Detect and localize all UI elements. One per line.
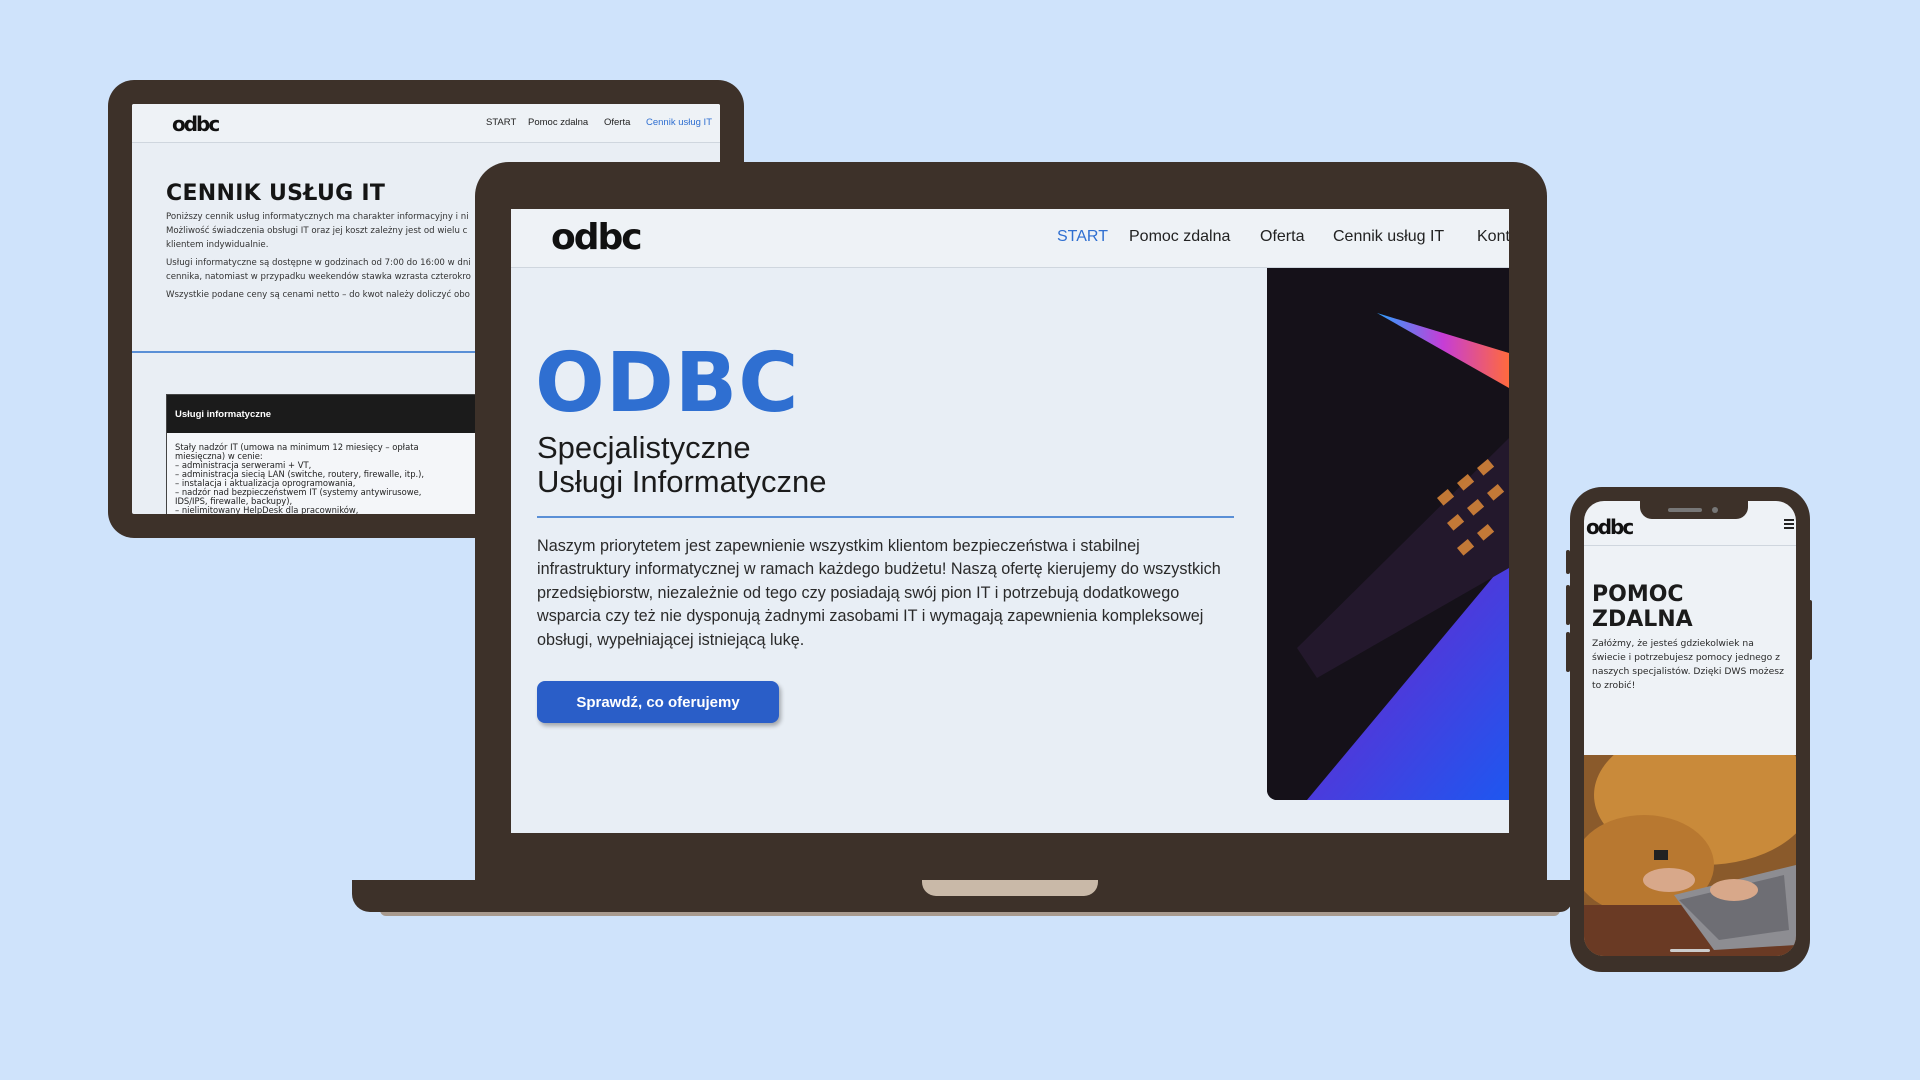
phone-device: odbc POMOC ZDALNA Załóżmy, że jesteś gdz… [1570, 487, 1810, 972]
speaker-icon [1668, 508, 1702, 512]
laptop-screen: odbc START Pomoc zdalna Oferta Cennik us… [511, 209, 1509, 833]
cta-button[interactable]: Sprawdź, co oferujemy [537, 681, 779, 723]
hero-subtitle-line1: Specjalistyczne [537, 430, 751, 465]
laptop-header: odbc START Pomoc zdalna Oferta Cennik us… [511, 209, 1509, 268]
tablet-logo[interactable]: odbc [172, 112, 220, 136]
tablet-header: odbc START Pomoc zdalna Oferta Cennik us… [132, 104, 720, 143]
tablet-page-title: CENNIK USŁUG IT [166, 181, 386, 206]
phone-logo[interactable]: odbc [1586, 515, 1634, 539]
divider [537, 516, 1234, 518]
phone-title-line1: POMOC [1592, 582, 1684, 607]
photo-graphic [1584, 755, 1796, 956]
phone-header-divider [1584, 545, 1796, 546]
nav-cennik[interactable]: Cennik usług IT [1333, 228, 1444, 246]
laptop-logo[interactable]: odbc [551, 217, 643, 258]
logo-text: odbc [1586, 515, 1634, 539]
person-typing-photo [1584, 755, 1796, 956]
hero-title: ODBC [535, 336, 800, 431]
tablet-nav-start[interactable]: START [486, 117, 516, 128]
price-card-body: Stały nadzór IT (umowa na minimum 12 mie… [175, 443, 475, 515]
nav-start[interactable]: START [1057, 228, 1108, 246]
tablet-nav-cennik[interactable]: Cennik usług IT [646, 117, 712, 128]
tablet-nav-oferta[interactable]: Oferta [604, 117, 630, 128]
laptop-trackpad-notch [922, 880, 1098, 896]
laptop-keyboard-photo [1267, 268, 1509, 800]
list-item: – nielimitowany HelpDesk dla pracowników… [175, 505, 359, 515]
camera-icon [1712, 507, 1718, 513]
tablet-nav-pomoc[interactable]: Pomoc zdalna [528, 117, 588, 128]
nav-pomoc-zdalna[interactable]: Pomoc zdalna [1129, 228, 1230, 246]
logo-text: odbc [172, 112, 220, 136]
hero-subtitle-line2: Usługi Informatyczne [537, 464, 827, 499]
logo-text: odbc [551, 217, 643, 258]
photo-graphic [1267, 268, 1509, 800]
phone-description: Załóżmy, że jesteś gdziekolwiek na świec… [1592, 638, 1784, 691]
hamburger-icon[interactable] [1784, 519, 1794, 529]
nav-kontakt[interactable]: Kont [1477, 228, 1509, 246]
phone-title-line2: ZDALNA [1592, 607, 1693, 632]
nav-oferta[interactable]: Oferta [1260, 228, 1304, 246]
home-indicator [1670, 949, 1710, 952]
hero-description: Naszym priorytetem jest zapewnienie wszy… [537, 537, 1221, 649]
phone-notch [1640, 501, 1748, 519]
phone-screen: odbc POMOC ZDALNA Załóżmy, że jesteś gdz… [1584, 501, 1796, 956]
price-card-title: Usługi informatyczne [175, 409, 272, 420]
